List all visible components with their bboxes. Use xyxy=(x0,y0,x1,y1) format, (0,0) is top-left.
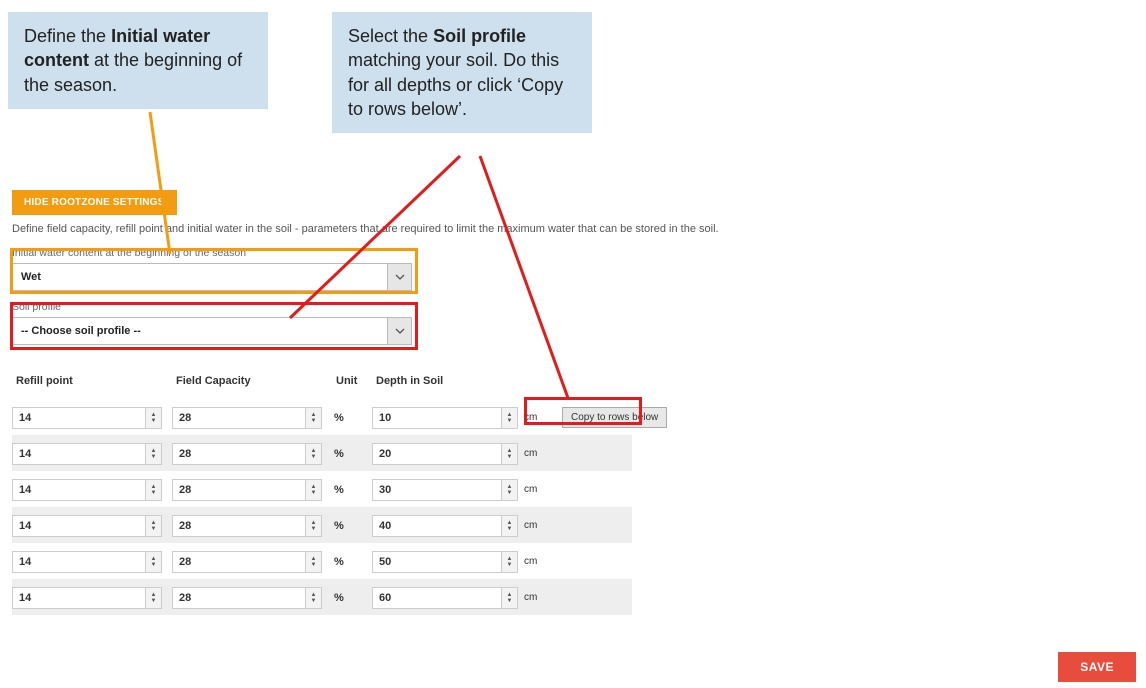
unit-label: % xyxy=(332,412,372,424)
refill-input[interactable]: 14 xyxy=(12,479,146,501)
stepper-icon[interactable]: ▲▼ xyxy=(306,443,322,465)
stepper-icon[interactable]: ▲▼ xyxy=(306,407,322,429)
soil-profile-select[interactable]: -- Choose soil profile -- xyxy=(12,317,412,345)
stepper-icon[interactable]: ▲▼ xyxy=(146,587,162,609)
stepper-icon[interactable]: ▲▼ xyxy=(502,443,518,465)
col-unit: Unit xyxy=(332,375,372,387)
hide-rootzone-button[interactable]: HIDE ROOTZONE SETTINGS xyxy=(12,190,177,215)
unit-label: % xyxy=(332,484,372,496)
callout-soil-profile: Select the Soil profile matching your so… xyxy=(332,12,592,133)
depth-input[interactable]: 60 xyxy=(372,587,502,609)
initial-water-label: Initial water content at the beginning o… xyxy=(12,247,412,259)
col-capacity: Field Capacity xyxy=(172,375,332,387)
chevron-down-icon xyxy=(387,318,411,344)
unit-label: % xyxy=(332,592,372,604)
capacity-input[interactable]: 28 xyxy=(172,443,306,465)
stepper-icon[interactable]: ▲▼ xyxy=(306,551,322,573)
refill-input[interactable]: 14 xyxy=(12,515,146,537)
initial-water-value: Wet xyxy=(13,264,387,290)
refill-input[interactable]: 14 xyxy=(12,407,146,429)
table-row: 14▲▼28▲▼%60▲▼cm xyxy=(12,579,632,615)
col-refill: Refill point xyxy=(12,375,172,387)
stepper-icon[interactable]: ▲▼ xyxy=(502,551,518,573)
refill-input[interactable]: 14 xyxy=(12,587,146,609)
save-button[interactable]: SAVE xyxy=(1058,652,1136,682)
stepper-icon[interactable]: ▲▼ xyxy=(146,479,162,501)
stepper-icon[interactable]: ▲▼ xyxy=(146,407,162,429)
cm-label: cm xyxy=(522,520,562,531)
settings-description: Define field capacity, refill point and … xyxy=(12,223,1134,235)
stepper-icon[interactable]: ▲▼ xyxy=(146,515,162,537)
stepper-icon[interactable]: ▲▼ xyxy=(306,479,322,501)
table-header: Refill point Field Capacity Unit Depth i… xyxy=(12,363,632,399)
cm-label: cm xyxy=(522,448,562,459)
stepper-icon[interactable]: ▲▼ xyxy=(502,587,518,609)
refill-input[interactable]: 14 xyxy=(12,551,146,573)
col-depth: Depth in Soil xyxy=(372,375,522,387)
stepper-icon[interactable]: ▲▼ xyxy=(146,443,162,465)
stepper-icon[interactable]: ▲▼ xyxy=(502,479,518,501)
chevron-down-icon xyxy=(387,264,411,290)
capacity-input[interactable]: 28 xyxy=(172,515,306,537)
table-row: 14▲▼28▲▼%30▲▼cm xyxy=(12,471,632,507)
depth-input[interactable]: 50 xyxy=(372,551,502,573)
depth-input[interactable]: 10 xyxy=(372,407,502,429)
table-body: 14▲▼28▲▼%10▲▼cmCopy to rows below14▲▼28▲… xyxy=(12,399,632,615)
stepper-icon[interactable]: ▲▼ xyxy=(502,407,518,429)
cm-label: cm xyxy=(522,484,562,495)
refill-input[interactable]: 14 xyxy=(12,443,146,465)
unit-label: % xyxy=(332,520,372,532)
soil-profile-label: Soil profile xyxy=(12,301,412,313)
unit-label: % xyxy=(332,556,372,568)
capacity-input[interactable]: 28 xyxy=(172,551,306,573)
initial-water-select[interactable]: Wet xyxy=(12,263,412,291)
table-row: 14▲▼28▲▼%50▲▼cm xyxy=(12,543,632,579)
table-row: 14▲▼28▲▼%20▲▼cm xyxy=(12,435,632,471)
depth-input[interactable]: 40 xyxy=(372,515,502,537)
cm-label: cm xyxy=(522,556,562,567)
unit-label: % xyxy=(332,448,372,460)
soil-table: Refill point Field Capacity Unit Depth i… xyxy=(12,363,632,615)
depth-input[interactable]: 30 xyxy=(372,479,502,501)
cm-label: cm xyxy=(522,592,562,603)
initial-water-field: Initial water content at the beginning o… xyxy=(12,247,412,291)
stepper-icon[interactable]: ▲▼ xyxy=(502,515,518,537)
soil-profile-field: Soil profile -- Choose soil profile -- xyxy=(12,301,412,345)
capacity-input[interactable]: 28 xyxy=(172,479,306,501)
table-row: 14▲▼28▲▼%10▲▼cmCopy to rows below xyxy=(12,399,632,435)
cm-label: cm xyxy=(522,412,562,423)
capacity-input[interactable]: 28 xyxy=(172,587,306,609)
settings-panel: HIDE ROOTZONE SETTINGS Define field capa… xyxy=(12,190,1134,615)
capacity-input[interactable]: 28 xyxy=(172,407,306,429)
stepper-icon[interactable]: ▲▼ xyxy=(306,587,322,609)
table-row: 14▲▼28▲▼%40▲▼cm xyxy=(12,507,632,543)
soil-profile-value: -- Choose soil profile -- xyxy=(13,318,387,344)
stepper-icon[interactable]: ▲▼ xyxy=(306,515,322,537)
copy-to-rows-button[interactable]: Copy to rows below xyxy=(562,407,667,428)
callout-initial-water: Define the Initial water content at the … xyxy=(8,12,268,109)
depth-input[interactable]: 20 xyxy=(372,443,502,465)
stepper-icon[interactable]: ▲▼ xyxy=(146,551,162,573)
